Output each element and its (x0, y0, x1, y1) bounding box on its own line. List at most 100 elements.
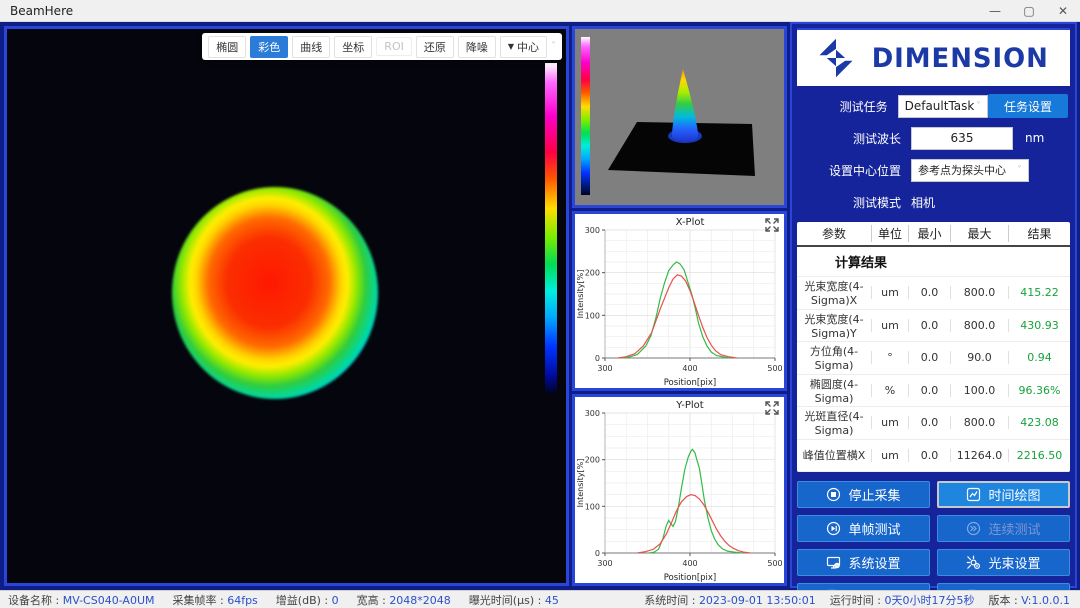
cell-value: um (871, 416, 908, 429)
beam-3d-view-panel[interactable] (572, 26, 787, 208)
3d-colorbar (581, 37, 590, 195)
status-label: 版本 : (988, 594, 1021, 607)
svg-text:300: 300 (597, 364, 612, 373)
toolbar-button-label: 中心 (517, 39, 539, 55)
column-header: 最小 (908, 225, 950, 242)
status-right-group: 系统时间 : 2023-09-01 13:50:01 运行时间 : 0天0小时17… (644, 592, 1072, 608)
center-position-row: 设置中心位置 参考点为探头中心 ˅ (799, 158, 1068, 182)
cell-value: 800.0 (950, 286, 1008, 299)
result-value: 415.22 (1008, 286, 1070, 299)
toolbar-button-降噪[interactable]: 降噪 (458, 36, 496, 58)
toolbar-button-中心[interactable]: ▼中心 (500, 36, 547, 58)
wavelength-input[interactable]: 635 (911, 127, 1013, 150)
table-row: 光束宽度(4-Sigma)Yum0.0800.0430.93 (797, 310, 1070, 343)
toolbar-button-label: 降噪 (466, 39, 488, 55)
toolbar-collapse-icon[interactable]: ˅ (549, 41, 558, 52)
expand-icon[interactable] (764, 217, 780, 233)
table-row: 峰值位置横Xum0.011264.02216.50 (797, 440, 1070, 473)
task-select[interactable]: DefaultTask ˅ (898, 95, 988, 118)
cell-value: 800.0 (950, 416, 1008, 429)
status-value: 2023-09-01 13:50:01 (699, 594, 816, 607)
svg-text:Position[pix]: Position[pix] (664, 378, 717, 388)
status-value: 45 (545, 594, 559, 607)
toolbar-button-曲线[interactable]: 曲线 (292, 36, 330, 58)
center-position-select[interactable]: 参考点为探头中心 ˅ (911, 159, 1029, 182)
y-plot-chart: 3004005000100200300Y-PlotPosition[pix]In… (575, 397, 784, 583)
beam-image-panel[interactable]: 椭圆彩色曲线坐标ROI还原降噪▼中心˅ (4, 26, 569, 586)
beamhere-app: BeamHere — ▢ ✕ 椭圆彩色曲线坐标ROI还原降噪▼中心˅ (0, 0, 1080, 608)
wavelength-unit: nm (1025, 131, 1044, 145)
window-title: BeamHere (0, 4, 73, 18)
test-mode-value: 相机 (911, 194, 935, 211)
task-settings-button[interactable]: 任务设置 (988, 94, 1068, 118)
toolbar-button-label: 彩色 (258, 39, 280, 55)
svg-text:0: 0 (595, 549, 600, 558)
task-row: 测试任务 DefaultTask ˅ 任务设置 (799, 94, 1068, 118)
maximize-button[interactable]: ▢ (1012, 0, 1046, 21)
beam-3d-plot (575, 29, 784, 205)
单帧测试-button[interactable]: 单帧测试 (797, 515, 930, 542)
toolbar-button-彩色[interactable]: 彩色 (250, 36, 288, 58)
svg-text:200: 200 (585, 269, 600, 278)
minimize-button[interactable]: — (978, 0, 1012, 21)
svg-text:300: 300 (585, 409, 600, 418)
cell-value: 0.0 (908, 384, 950, 397)
button-label: 光束设置 (988, 553, 1040, 572)
cell-value: 0.0 (908, 319, 950, 332)
时间绘图-button[interactable]: 时间绘图 (937, 481, 1070, 508)
svg-text:Y-Plot: Y-Plot (675, 400, 703, 411)
result-value: 423.08 (1008, 416, 1070, 429)
expand-icon[interactable] (764, 400, 780, 416)
stop-icon (826, 487, 841, 502)
toolbar-button-椭圆[interactable]: 椭圆 (208, 36, 246, 58)
status-label: 运行时间 : (830, 594, 885, 607)
play-single-icon (826, 521, 841, 536)
cell-value: % (871, 384, 908, 397)
title-bar: BeamHere — ▢ ✕ (0, 0, 1080, 22)
brand-logo: DIMENSION (797, 28, 1070, 86)
status-label: 系统时间 : (644, 594, 699, 607)
button-label: 系统设置 (848, 553, 900, 572)
status-label: 曝光时间(μs) : (469, 594, 545, 607)
svg-text:100: 100 (585, 502, 600, 511)
cell-value: ° (871, 351, 908, 364)
control-panel: DIMENSION 测试任务 DefaultTask ˅ 任务设置 测试波长 6… (790, 22, 1077, 588)
toolbar-button-label: 椭圆 (216, 39, 238, 55)
svg-text:Intensity[%]: Intensity[%] (576, 459, 585, 508)
wavelength-row: 测试波长 635 nm (799, 126, 1068, 150)
beam-gear-icon (966, 555, 981, 570)
status-value: 2048*2048 (389, 594, 451, 607)
status-label: 增益(dB) : (276, 594, 332, 607)
column-header: 参数 (797, 225, 871, 242)
toolbar-button-还原[interactable]: 还原 (416, 36, 454, 58)
beam-toolbar: 椭圆彩色曲线坐标ROI还原降噪▼中心˅ (202, 33, 562, 60)
x-plot-panel[interactable]: 3004005000100200300X-PlotPosition[pix]In… (572, 211, 787, 391)
x-plot-chart: 3004005000100200300X-PlotPosition[pix]In… (575, 214, 784, 388)
svg-text:200: 200 (585, 456, 600, 465)
results-table: 参数单位最小最大结果计算结果光束宽度(4-Sigma)Xum0.0800.041… (797, 222, 1070, 472)
系统设置-button[interactable]: 系统设置 (797, 549, 930, 576)
status-item: 运行时间 : 0天0小时17分5秒 (830, 592, 975, 608)
close-button[interactable]: ✕ (1046, 0, 1080, 21)
status-left-group: 设备名称 : MV-CS040-A0UM采集帧率 : 64fps增益(dB) :… (8, 592, 577, 608)
result-value: 96.36% (1008, 384, 1070, 397)
result-value: 0.94 (1008, 351, 1070, 364)
test-settings: 测试任务 DefaultTask ˅ 任务设置 测试波长 635 nm 设置中心… (797, 86, 1070, 222)
task-label: 测试任务 (799, 98, 898, 115)
svg-text:Intensity[%]: Intensity[%] (576, 270, 585, 319)
window-controls: — ▢ ✕ (978, 0, 1080, 21)
status-value: 0天0小时17分5秒 (884, 594, 974, 607)
toolbar-button-坐标[interactable]: 坐标 (334, 36, 372, 58)
param-name: 光束宽度(4-Sigma)Y (797, 311, 871, 340)
svg-text:X-Plot: X-Plot (676, 217, 705, 228)
param-name: 峰值位置横X (797, 447, 871, 463)
y-plot-panel[interactable]: 3004005000100200300Y-PlotPosition[pix]In… (572, 394, 787, 586)
停止采集-button[interactable]: 停止采集 (797, 481, 930, 508)
triangle-down-icon: ▼ (508, 42, 514, 51)
status-item: 设备名称 : MV-CS040-A0UM (8, 592, 155, 608)
svg-text:Position[pix]: Position[pix] (664, 573, 717, 583)
chevron-down-icon: ˅ (1017, 165, 1022, 176)
table-row: 椭圆度(4-Sigma)%0.0100.096.36% (797, 375, 1070, 408)
光束设置-button[interactable]: 光束设置 (937, 549, 1070, 576)
status-value: 64fps (227, 594, 258, 607)
